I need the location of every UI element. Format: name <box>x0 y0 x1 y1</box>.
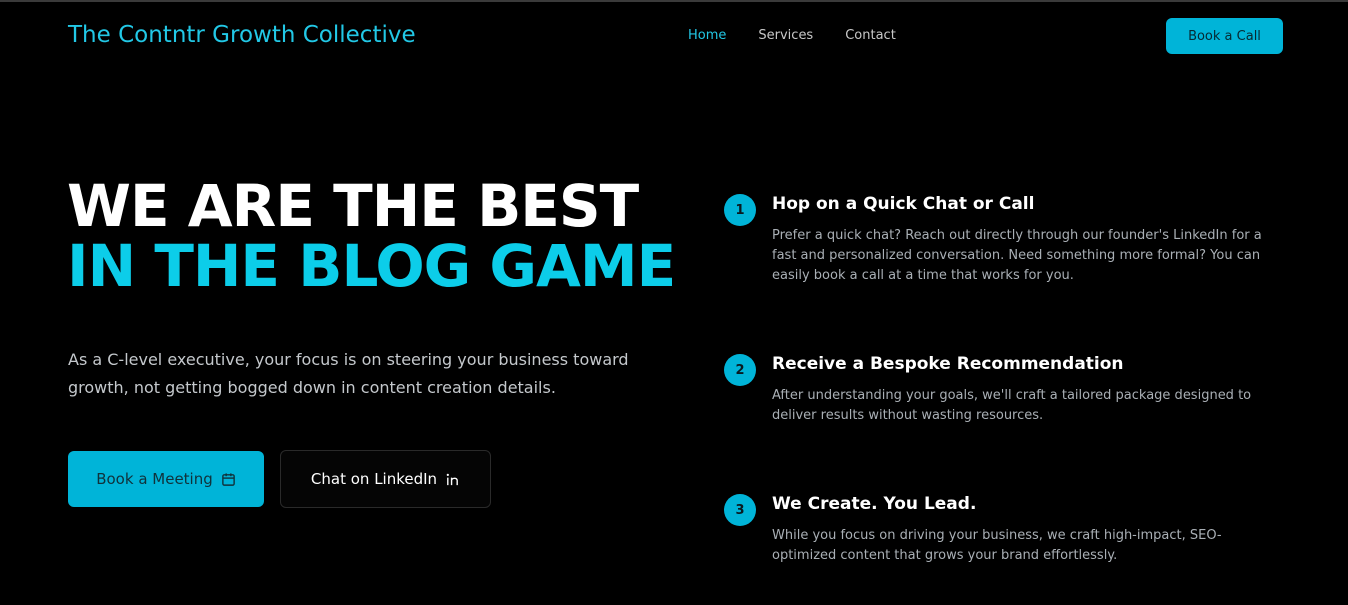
step-number-badge: 3 <box>724 494 756 526</box>
step-title: Receive a Bespoke Recommendation <box>772 354 1124 374</box>
top-border <box>0 0 1348 2</box>
book-a-meeting-label: Book a Meeting <box>96 470 213 488</box>
hero-title-line-2: IN THE BLOG GAME <box>67 232 676 300</box>
nav-link-home[interactable]: Home <box>688 28 726 43</box>
linkedin-icon <box>445 472 460 487</box>
step-number-badge: 1 <box>724 194 756 226</box>
calendar-icon <box>221 472 236 487</box>
nav-link-services[interactable]: Services <box>758 28 813 43</box>
chat-on-linkedin-label: Chat on LinkedIn <box>310 470 438 488</box>
step-number-badge: 2 <box>724 354 756 386</box>
step-title: We Create. You Lead. <box>772 494 977 514</box>
main-nav: Home Services Contact <box>688 28 928 43</box>
hero-subtitle: As a C-level executive, your focus is on… <box>68 350 629 397</box>
step-title: Hop on a Quick Chat or Call <box>772 194 1035 214</box>
hero-title-line-1: WE ARE THE BEST <box>67 172 639 240</box>
nav-link-contact[interactable]: Contact <box>845 28 896 43</box>
brand-logo-text[interactable]: The Contntr Growth Collective <box>68 22 416 48</box>
step-description: Prefer a quick chat? Reach out directly … <box>772 228 1262 283</box>
hero-title: WE ARE THE BEST IN THE BLOG GAME <box>67 172 676 300</box>
book-a-call-button[interactable]: Book a Call <box>1166 18 1283 54</box>
book-a-meeting-button[interactable]: Book a Meeting <box>68 451 264 507</box>
step-description: After understanding your goals, we'll cr… <box>772 388 1252 423</box>
chat-on-linkedin-button[interactable]: Chat on LinkedIn <box>280 450 491 508</box>
step-description: While you focus on driving your business… <box>772 528 1222 563</box>
